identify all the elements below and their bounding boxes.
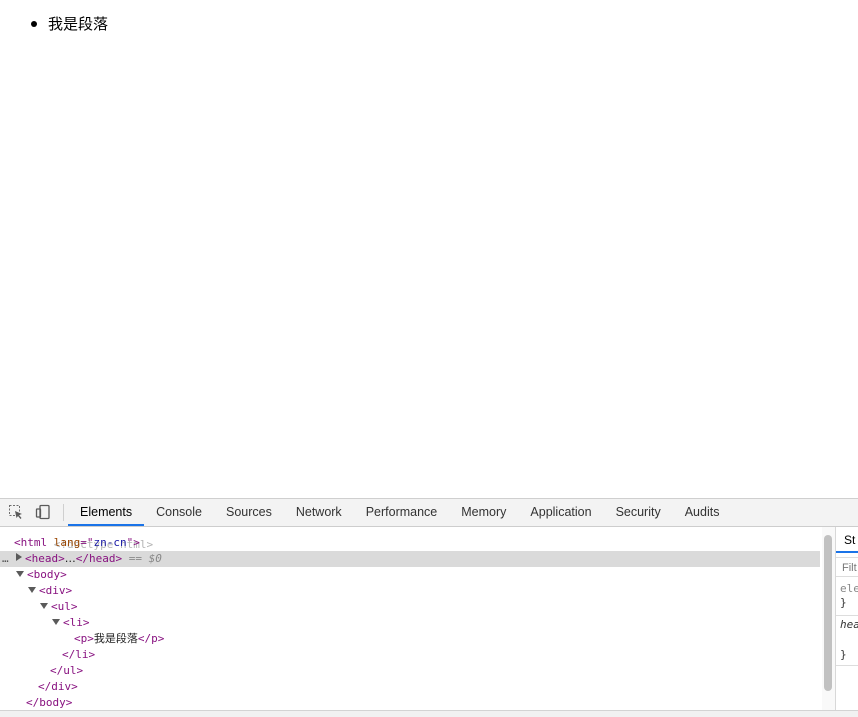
inspect-element-icon[interactable] — [8, 504, 24, 520]
tab-network[interactable]: Network — [284, 499, 354, 526]
styles-pane: St Filt ele } hea } — [836, 527, 858, 716]
head-open-tag: <head> — [25, 552, 65, 565]
dom-div-close-line[interactable]: </div> — [0, 679, 820, 695]
elements-scrollbar[interactable] — [822, 527, 836, 716]
tab-memory[interactable]: Memory — [449, 499, 518, 526]
dom-p-line[interactable]: <p>我是段落</p> — [0, 631, 820, 647]
paragraph-text: 我是段落 — [48, 15, 109, 33]
head-close-tag: </head> — [75, 552, 123, 565]
selected-node-marker: == $0 — [128, 552, 162, 565]
p-text-node: 我是段落 — [93, 632, 138, 645]
tab-application[interactable]: Application — [518, 499, 603, 526]
p-open-tag: <p> — [74, 632, 94, 645]
p-close-tag: </p> — [137, 632, 165, 645]
styles-rule-selector: ele — [840, 582, 858, 595]
collapse-triangle-icon[interactable] — [28, 587, 36, 593]
dom-ul-close-line[interactable]: </ul> — [0, 663, 820, 679]
tab-elements[interactable]: Elements — [68, 499, 145, 526]
head-ellipsis: … — [64, 552, 76, 565]
body-open-tag: <body> — [27, 568, 67, 581]
page-viewport: 我是段落 — [0, 0, 858, 498]
html-tag-name: html — [20, 536, 48, 549]
list-item: 我是段落 — [28, 14, 108, 34]
html-attr-name: lang — [53, 536, 81, 549]
dom-body-line[interactable]: <body> — [0, 567, 820, 583]
tab-styles[interactable]: St — [836, 527, 858, 553]
styles-rule-selector: hea — [840, 618, 858, 631]
styles-filter-input[interactable]: Filt — [836, 557, 858, 577]
collapse-triangle-icon[interactable] — [40, 603, 48, 609]
dom-body-close-line[interactable]: </body> — [0, 695, 820, 711]
collapse-triangle-icon[interactable] — [52, 619, 60, 625]
devtools-tabs: Elements Console Sources Network Perform… — [68, 499, 731, 526]
page-list: 我是段落 — [28, 14, 108, 34]
li-close-tag: </li> — [62, 648, 96, 661]
dom-head-line-selected[interactable]: … <head>…</head> == $0 — [0, 551, 820, 567]
tab-performance[interactable]: Performance — [354, 499, 450, 526]
dom-li-line[interactable]: <li> — [0, 615, 820, 631]
expand-triangle-icon[interactable] — [16, 553, 22, 561]
dom-ul-line[interactable]: <ul> — [0, 599, 820, 615]
tab-sources[interactable]: Sources — [214, 499, 284, 526]
tab-security[interactable]: Security — [604, 499, 673, 526]
styles-rule-divider — [836, 615, 858, 616]
body-close-tag: </body> — [26, 696, 73, 709]
styles-rule-divider — [836, 665, 858, 666]
collapse-triangle-icon[interactable] — [16, 571, 24, 577]
row-actions-dots[interactable]: … — [2, 551, 9, 567]
ul-open-tag: <ul> — [51, 600, 78, 613]
tab-audits[interactable]: Audits — [673, 499, 732, 526]
styles-rule-close: } — [840, 596, 847, 609]
html-attr-value: zn-cn — [93, 536, 127, 549]
div-close-tag: </div> — [38, 680, 78, 693]
dom-html-line[interactable]: <html lang="zn-cn"> — [0, 535, 820, 551]
elements-dom-tree: <!doctype html> <html lang="zn-cn"> … <he… — [0, 527, 820, 716]
device-toolbar-icon[interactable] — [35, 504, 51, 520]
devtools-toolbar: Elements Console Sources Network Perform… — [0, 499, 858, 527]
li-open-tag: <li> — [63, 616, 90, 629]
toolbar-divider — [63, 504, 64, 521]
scrollbar-thumb[interactable] — [824, 535, 832, 691]
devtools-panel: Elements Console Sources Network Perform… — [0, 498, 858, 717]
styles-rule-close: } — [840, 648, 847, 661]
div-open-tag: <div> — [39, 584, 73, 597]
tab-console[interactable]: Console — [144, 499, 214, 526]
dom-div-line[interactable]: <div> — [0, 583, 820, 599]
ul-close-tag: </ul> — [50, 664, 84, 677]
devtools-bottom-strip — [0, 710, 858, 717]
dom-li-close-line[interactable]: </li> — [0, 647, 820, 663]
